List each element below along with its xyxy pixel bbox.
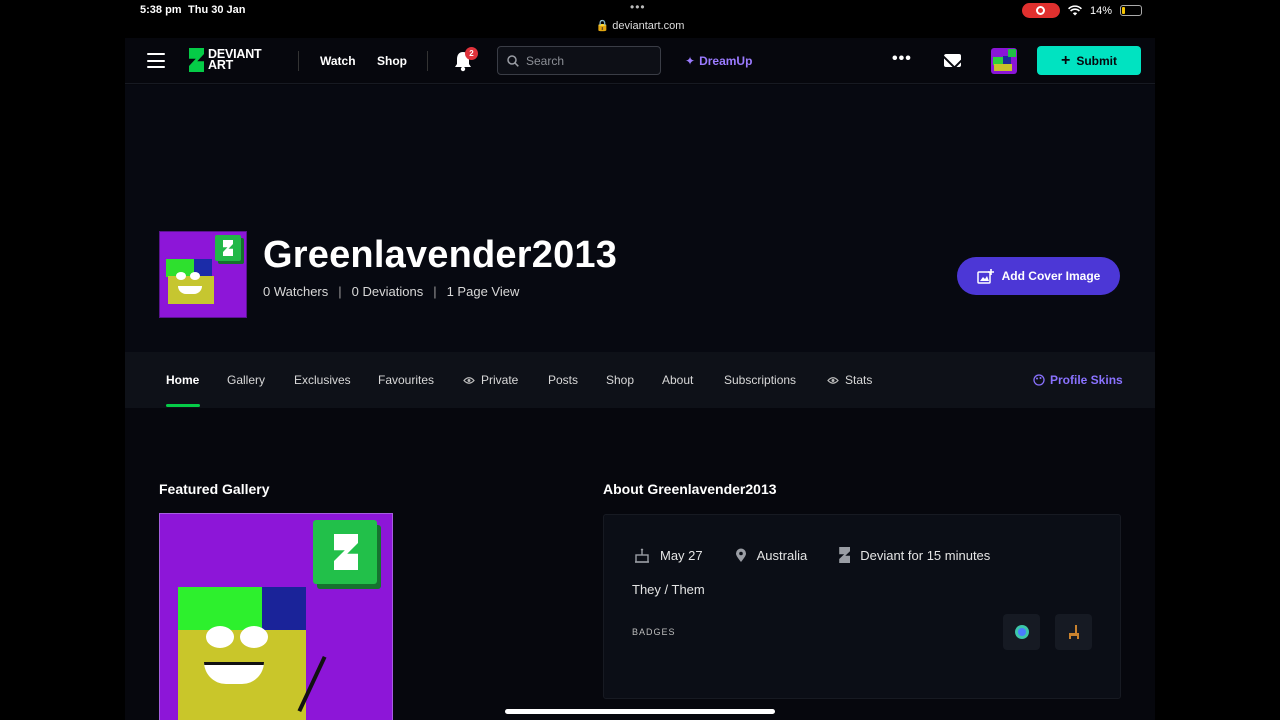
birthday-text: May 27 bbox=[660, 547, 703, 563]
deviantart-logo[interactable]: DEVIANT ART bbox=[189, 47, 262, 72]
nav-divider bbox=[427, 51, 428, 71]
tab-home[interactable]: Home bbox=[166, 373, 199, 387]
screen-record-icon bbox=[1021, 3, 1060, 18]
tab-favourites[interactable]: Favourites bbox=[378, 373, 434, 387]
stats-separator: | bbox=[433, 284, 437, 299]
deviantart-page: DEVIANT ART Watch Shop 2 ✦ DreamUp ••• +… bbox=[125, 38, 1155, 720]
deviantart-logo-icon bbox=[839, 547, 851, 563]
featured-deviation-thumbnail[interactable] bbox=[159, 513, 393, 720]
tab-exclusives[interactable]: Exclusives bbox=[294, 373, 351, 387]
dreamup-label: DreamUp bbox=[699, 54, 753, 68]
search-icon bbox=[507, 55, 519, 67]
logo-wordmark: DEVIANT ART bbox=[208, 47, 262, 72]
deviations-count[interactable]: 0 Deviations bbox=[352, 284, 424, 299]
browser-url[interactable]: 🔒 deviantart.com bbox=[0, 19, 1280, 32]
profile-skins-link[interactable]: Profile Skins bbox=[1033, 373, 1123, 387]
tab-subscriptions[interactable]: Subscriptions bbox=[724, 373, 796, 387]
pronouns-text: They / Them bbox=[632, 582, 705, 597]
submit-button[interactable]: + Submit bbox=[1037, 46, 1141, 75]
wifi-icon bbox=[1068, 5, 1082, 16]
lock-icon: 🔒 bbox=[595, 20, 610, 32]
palette-icon bbox=[1033, 374, 1045, 386]
about-title: About Greenlavender2013 bbox=[603, 481, 777, 497]
add-cover-image-button[interactable]: Add Cover Image bbox=[957, 257, 1120, 295]
birthday-item: May 27 bbox=[634, 548, 703, 563]
profile-avatar[interactable] bbox=[159, 231, 247, 318]
shop-link[interactable]: Shop bbox=[377, 54, 407, 68]
notification-badge: 2 bbox=[465, 47, 478, 60]
top-navigation: DEVIANT ART Watch Shop 2 ✦ DreamUp ••• +… bbox=[125, 38, 1155, 84]
tab-gallery[interactable]: Gallery bbox=[227, 373, 265, 387]
search-input[interactable] bbox=[526, 52, 656, 70]
page-views-count: 1 Page View bbox=[446, 284, 520, 299]
multitask-dots-icon[interactable]: ••• bbox=[630, 0, 646, 14]
mail-icon[interactable] bbox=[944, 54, 961, 67]
submit-label: Submit bbox=[1076, 53, 1117, 68]
status-date: Thu 30 Jan bbox=[188, 4, 246, 16]
nav-divider bbox=[298, 51, 299, 71]
badges-label: BADGES bbox=[632, 627, 676, 637]
about-details: May 27 Australia Deviant for 15 minutes bbox=[634, 547, 1022, 563]
location-pin-icon bbox=[735, 548, 746, 562]
gem-badge-icon bbox=[1014, 625, 1029, 639]
url-text: deviantart.com bbox=[612, 20, 685, 32]
status-right: 14% bbox=[1021, 3, 1142, 18]
deviant-for-text: Deviant for 15 minutes bbox=[860, 547, 991, 563]
location-text: Australia bbox=[756, 547, 808, 563]
ios-status-bar: 5:38 pm Thu 30 Jan ••• 🔒 deviantart.com … bbox=[0, 0, 1280, 38]
battery-icon bbox=[1120, 5, 1142, 16]
image-plus-icon bbox=[976, 268, 994, 284]
status-time: 5:38 pm bbox=[140, 4, 182, 16]
battery-percent: 14% bbox=[1089, 4, 1112, 17]
featured-gallery-title: Featured Gallery bbox=[159, 481, 270, 497]
tab-shop[interactable]: Shop bbox=[606, 373, 634, 387]
badge-item[interactable] bbox=[1055, 614, 1092, 650]
stats-separator: | bbox=[338, 284, 342, 299]
cake-icon bbox=[635, 548, 649, 563]
tab-about[interactable]: About bbox=[662, 373, 693, 387]
deviantart-logo-icon bbox=[189, 48, 204, 72]
eye-icon bbox=[463, 376, 475, 384]
tab-private[interactable]: Private bbox=[463, 373, 518, 387]
cover-area bbox=[125, 85, 1155, 353]
watch-link[interactable]: Watch bbox=[320, 54, 356, 68]
tab-posts[interactable]: Posts bbox=[548, 373, 578, 387]
eye-icon bbox=[827, 376, 839, 384]
llama-badge-icon bbox=[1068, 625, 1079, 639]
user-avatar[interactable] bbox=[991, 48, 1017, 74]
profile-stats: 0 Watchers | 0 Deviations | 1 Page View bbox=[263, 284, 519, 299]
add-cover-label: Add Cover Image bbox=[1001, 269, 1101, 283]
more-options-icon[interactable]: ••• bbox=[892, 50, 912, 68]
dreamup-link[interactable]: ✦ DreamUp bbox=[685, 54, 752, 68]
home-indicator[interactable] bbox=[505, 709, 775, 714]
menu-icon[interactable] bbox=[147, 53, 165, 68]
plus-icon: + bbox=[1060, 51, 1071, 69]
membership-item: Deviant for 15 minutes bbox=[839, 547, 990, 563]
active-tab-indicator bbox=[166, 404, 200, 407]
tab-stats[interactable]: Stats bbox=[827, 373, 872, 387]
watchers-count[interactable]: 0 Watchers bbox=[263, 284, 328, 299]
badge-item[interactable] bbox=[1003, 614, 1040, 650]
profile-username: Greenlavender2013 bbox=[263, 234, 618, 276]
profile-tabs: Home Gallery Exclusives Favourites Priva… bbox=[125, 352, 1155, 408]
sparkle-icon: ✦ bbox=[685, 54, 696, 68]
location-item: Australia bbox=[735, 547, 808, 563]
search-box[interactable] bbox=[497, 46, 661, 75]
about-card: May 27 Australia Deviant for 15 minutes … bbox=[603, 514, 1121, 699]
